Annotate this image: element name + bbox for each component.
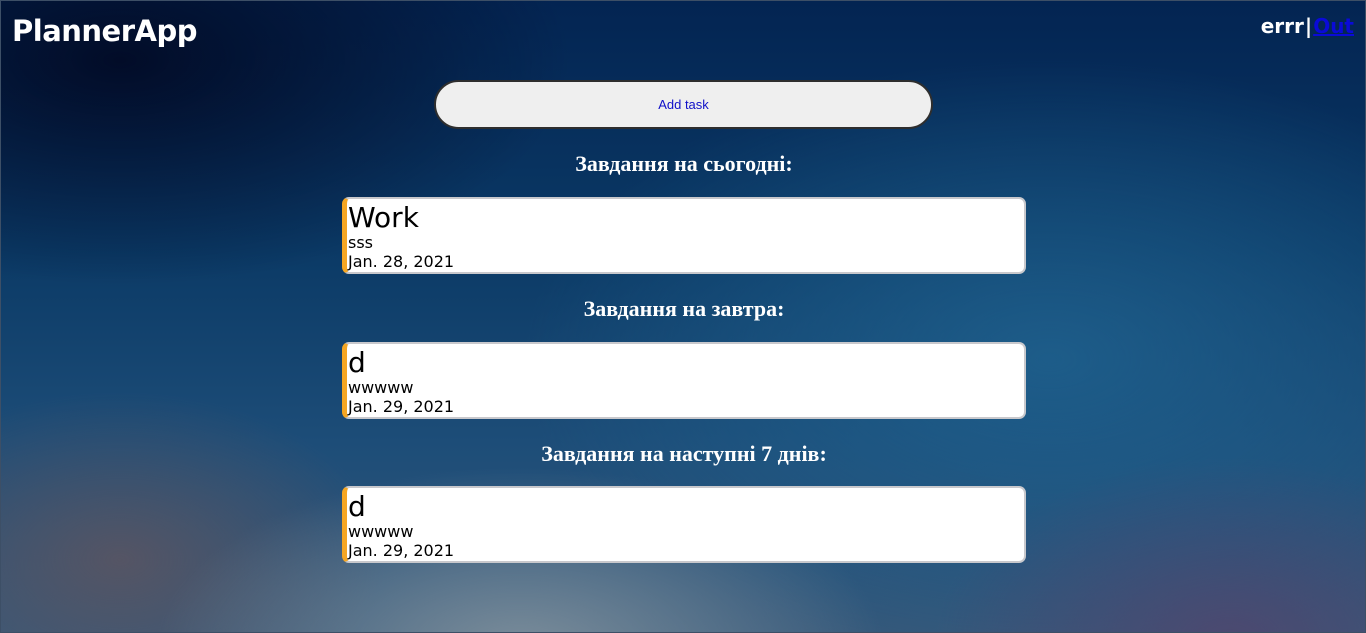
task-description: sss xyxy=(348,233,374,252)
section-title-next-7-days: Завдання на наступні 7 днів: xyxy=(541,441,827,466)
user-separator: | xyxy=(1304,14,1313,38)
task-title: d xyxy=(348,346,366,379)
app-brand: PlannerApp xyxy=(12,14,198,48)
user-box: errr|Out xyxy=(1261,16,1354,36)
section-title-today: Завдання на сьогодні: xyxy=(575,151,793,176)
task-card-today[interactable]: Work sss Jan. 28, 2021 xyxy=(342,197,1026,274)
add-task-button[interactable]: Add task xyxy=(434,80,933,129)
task-date: Jan. 29, 2021 xyxy=(348,541,455,560)
section-title-tomorrow: Завдання на завтра: xyxy=(583,296,785,321)
task-title: d xyxy=(348,490,366,523)
username: errr xyxy=(1260,14,1304,38)
task-title: Work xyxy=(348,201,419,234)
task-date: Jan. 28, 2021 xyxy=(348,252,455,271)
task-card-next-7-days[interactable]: d wwwww Jan. 29, 2021 xyxy=(342,486,1026,563)
task-card-tomorrow[interactable]: d wwwww Jan. 29, 2021 xyxy=(342,342,1026,419)
task-description: wwwww xyxy=(348,522,414,541)
task-date: Jan. 29, 2021 xyxy=(348,397,455,416)
logout-link[interactable]: Out xyxy=(1313,14,1354,38)
task-description: wwwww xyxy=(348,378,414,397)
